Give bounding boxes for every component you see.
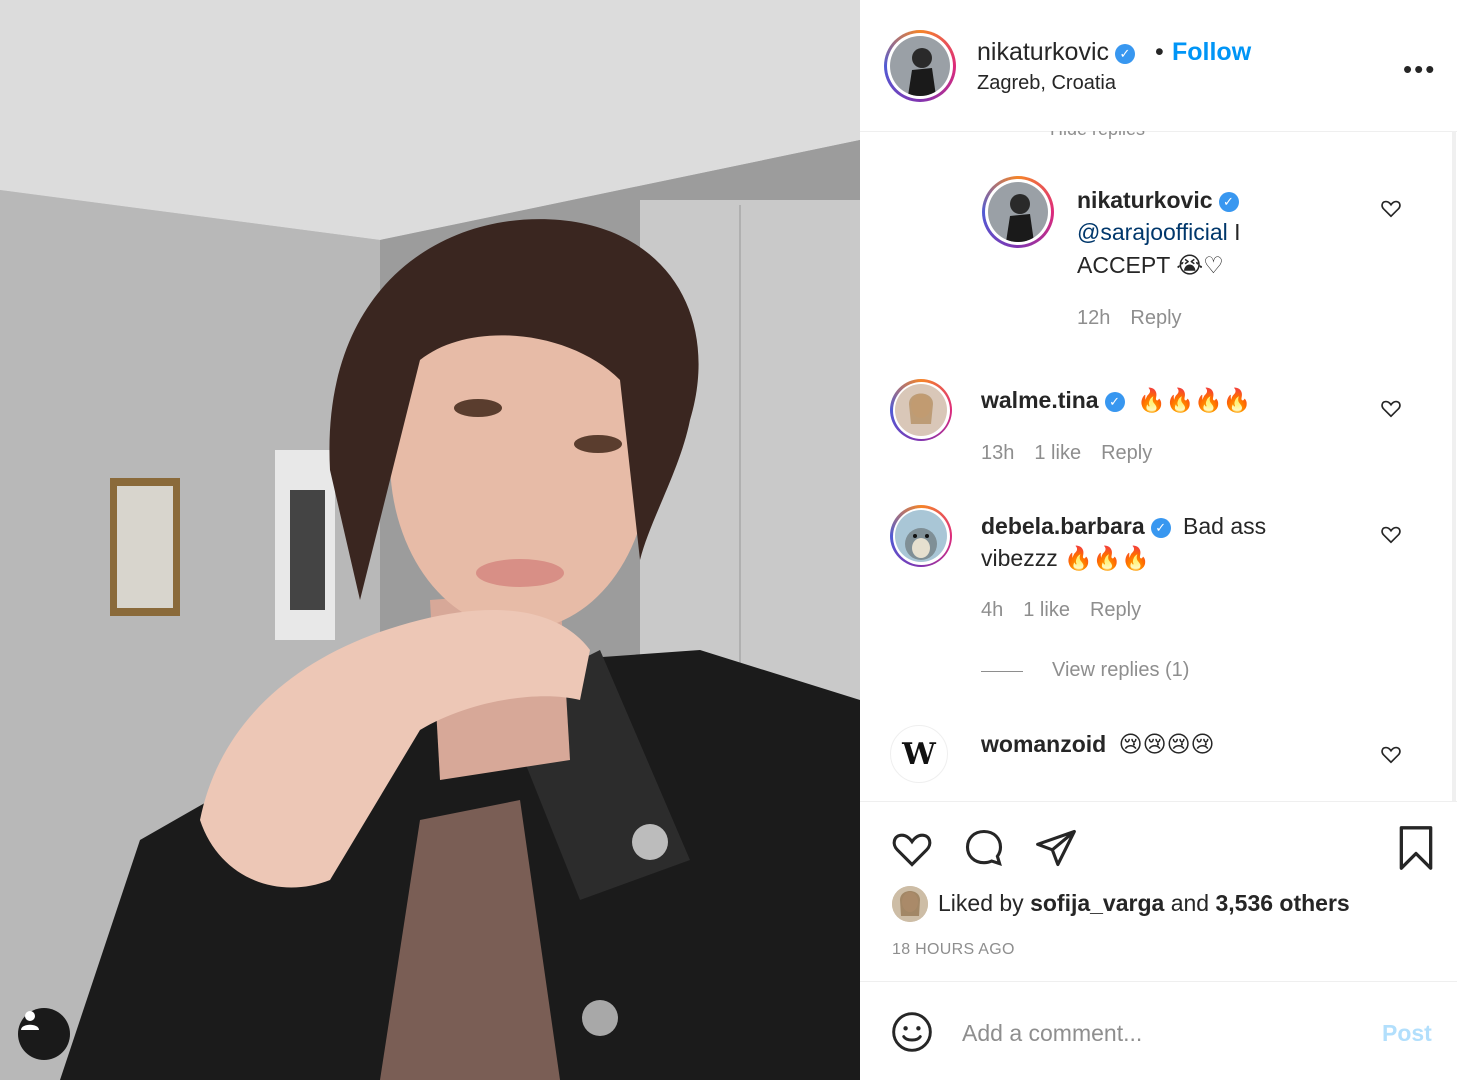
comment-text-line2: vibezzz 🔥🔥🔥 [981, 545, 1150, 571]
liked-by-avatar[interactable] [892, 886, 928, 922]
reply-button[interactable]: Reply [1130, 307, 1181, 329]
comment-likes[interactable]: 1 like [1034, 442, 1081, 464]
liked-by-text: Liked by sofija_varga and 3,536 others [938, 890, 1350, 917]
post-photo[interactable] [0, 0, 860, 1080]
comment-username[interactable]: walme.tina [981, 387, 1099, 413]
comment-avatar[interactable] [890, 505, 952, 567]
author-avatar[interactable] [884, 30, 956, 102]
more-options-icon[interactable]: ••• [1403, 54, 1436, 85]
comment-username[interactable]: debela.barbara [981, 513, 1145, 539]
like-comment-heart-icon[interactable] [1380, 523, 1402, 545]
comment-text-line1: @sarajoofficial I [1077, 219, 1241, 246]
comment-meta: 13h 1 like Reply [981, 442, 1172, 465]
user-icon [21, 1011, 39, 1030]
liked-prefix: Liked by [938, 890, 1031, 916]
like-comment-heart-icon[interactable] [1380, 197, 1402, 219]
comment-time[interactable]: 13h [981, 442, 1014, 464]
comment-text: Bad ass [1183, 513, 1267, 539]
post-actions: Liked by sofija_varga and 3,536 others 1… [860, 801, 1457, 982]
avatar-photo [890, 36, 950, 96]
verified-badge-icon: ✓ [1115, 44, 1135, 64]
liked-count-link[interactable]: 3,536 others [1215, 890, 1349, 916]
post-comment-button[interactable]: Post [1382, 1020, 1432, 1047]
author-username[interactable]: nikaturkovic ✓ [977, 38, 1135, 67]
comment-input[interactable]: Add a comment... [962, 1020, 1142, 1047]
mention-link[interactable]: @sarajoofficial [1077, 219, 1228, 245]
comment-text: I [1227, 219, 1241, 245]
comment-composer: Add a comment... Post [860, 981, 1457, 1081]
author-username-text[interactable]: nikaturkovic [977, 38, 1109, 66]
avatar-photo [988, 182, 1048, 242]
comment-meta: 12h Reply [1077, 307, 1202, 330]
verified-badge-icon: ✓ [1218, 192, 1239, 212]
womanzoid-logo: W [902, 736, 936, 772]
avatar-photo [892, 886, 928, 922]
comment-time[interactable]: 12h [1077, 307, 1110, 329]
comment-body: womanzoid 😢😢😢😢 [981, 731, 1215, 758]
comment-avatar[interactable]: W [890, 725, 948, 783]
comment-body: debela.barbara ✓ Bad ass [981, 513, 1266, 540]
comments-list[interactable]: Hide replies nikaturkovic✓ [860, 131, 1457, 801]
view-replies-link[interactable]: View replies (1) [1052, 659, 1189, 682]
follow-button[interactable]: Follow [1172, 38, 1251, 67]
comment-username[interactable]: nikaturkovic [1077, 187, 1213, 213]
comment-text: 🔥🔥🔥🔥 [1137, 387, 1252, 413]
post-header: nikaturkovic ✓ • Follow Zagreb, Croatia •… [860, 0, 1457, 132]
comment-username[interactable]: womanzoid [981, 731, 1106, 757]
avatar-photo [895, 510, 947, 562]
avatar-photo [895, 384, 947, 436]
hide-replies-link[interactable]: Hide replies [1050, 131, 1145, 140]
reply-button[interactable]: Reply [1101, 442, 1152, 464]
post-timestamp[interactable]: 18 HOURS AGO [892, 941, 1015, 959]
comment-text: 😢😢😢😢 [1118, 731, 1215, 757]
liked-mid: and [1164, 890, 1216, 916]
comment-meta: 4h 1 like Reply [981, 599, 1161, 622]
emoji-smiley-icon[interactable] [890, 1010, 934, 1054]
selfie-illustration [0, 0, 860, 1080]
liked-user-link[interactable]: sofija_varga [1030, 890, 1164, 916]
share-paper-plane-icon[interactable] [1034, 826, 1078, 870]
comments-scrollbar[interactable] [1452, 131, 1456, 801]
view-replies-divider [981, 671, 1023, 672]
like-comment-heart-icon[interactable] [1380, 397, 1402, 419]
comment-avatar[interactable] [890, 379, 952, 441]
verified-badge-icon: ✓ [1150, 518, 1171, 538]
tagged-users-button[interactable] [18, 1008, 70, 1060]
comment-text-line2: ACCEPT 😭♡ [1077, 252, 1224, 278]
reply-button[interactable]: Reply [1090, 599, 1141, 621]
comment-likes[interactable]: 1 like [1023, 599, 1070, 621]
like-heart-icon[interactable] [890, 826, 934, 870]
comment-avatar[interactable] [982, 176, 1054, 248]
post-location[interactable]: Zagreb, Croatia [977, 72, 1116, 95]
header-separator: • [1155, 38, 1164, 66]
verified-badge-icon: ✓ [1104, 392, 1125, 412]
post-side-panel: nikaturkovic ✓ • Follow Zagreb, Croatia •… [860, 0, 1457, 1080]
like-comment-heart-icon[interactable] [1380, 743, 1402, 765]
comment-body: nikaturkovic ✓ [1077, 187, 1239, 214]
comment-body: walme.tina ✓ 🔥🔥🔥🔥 [981, 387, 1252, 414]
comment-time[interactable]: 4h [981, 599, 1003, 621]
comment-bubble-icon[interactable] [962, 826, 1006, 870]
save-bookmark-icon[interactable] [1394, 824, 1438, 872]
